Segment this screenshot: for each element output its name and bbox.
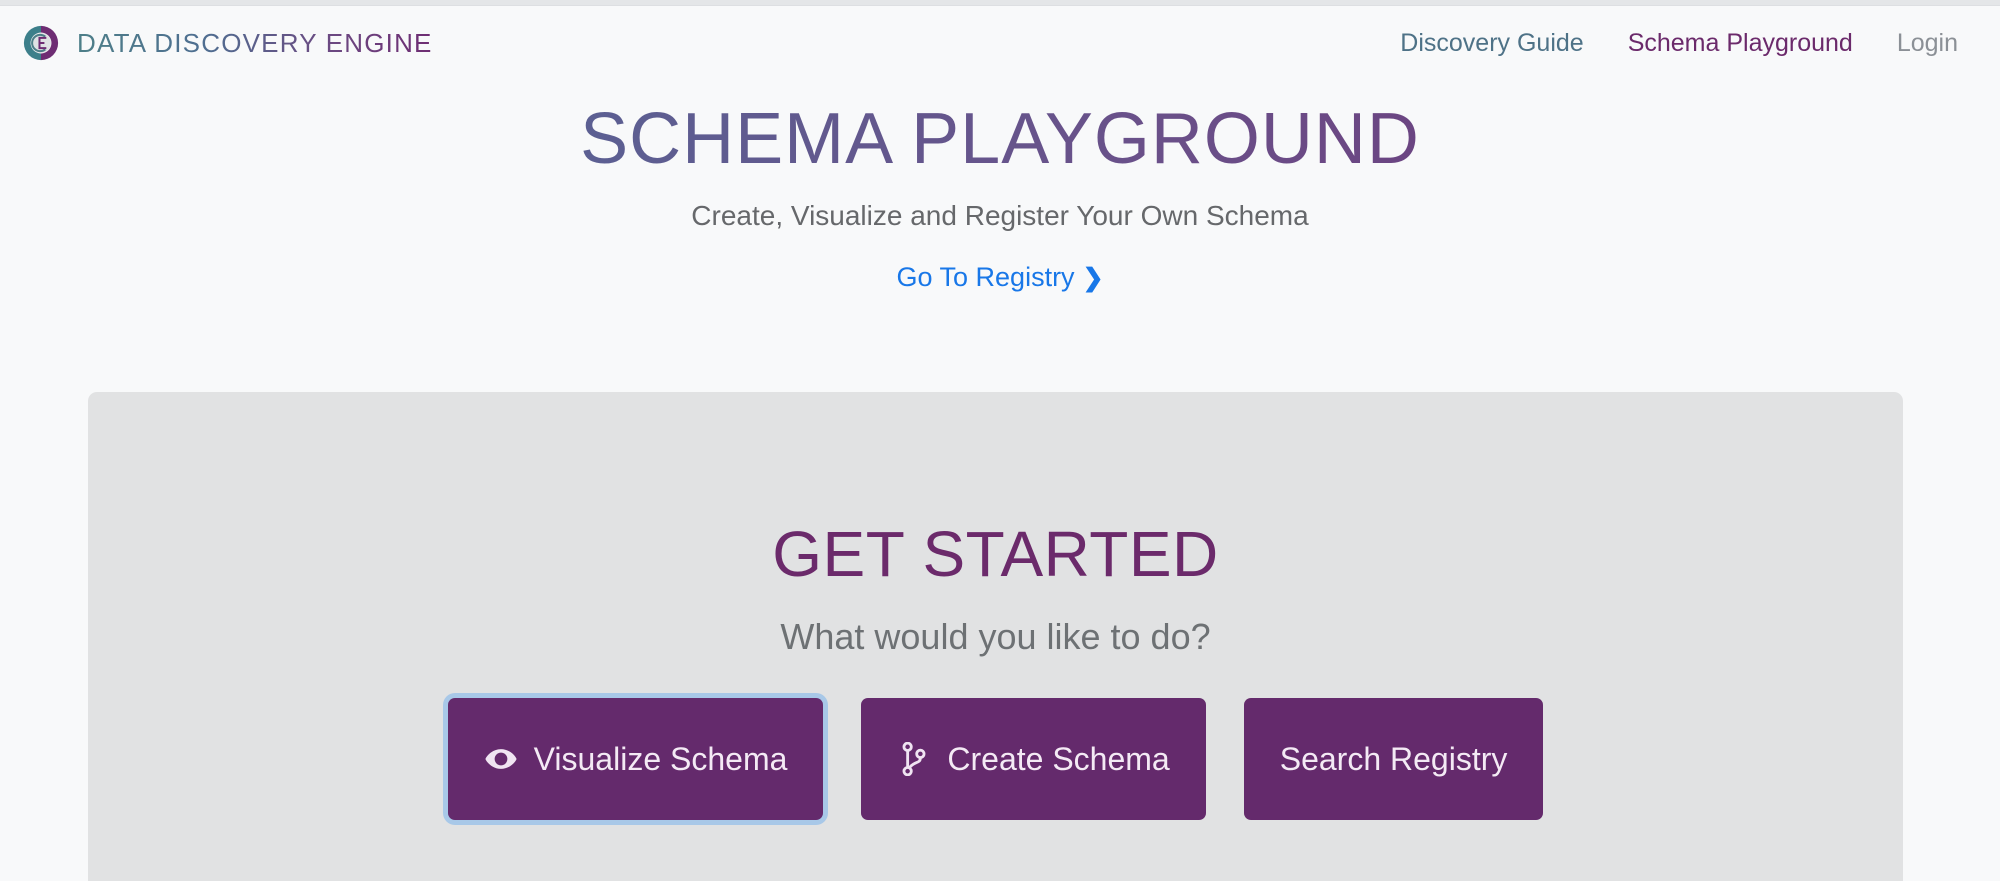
visualize-schema-label: Visualize Schema bbox=[533, 740, 788, 777]
ddE-circle-logo-icon bbox=[22, 24, 60, 62]
go-to-registry-label: Go To Registry bbox=[896, 261, 1075, 292]
chevron-right-icon: ❯ bbox=[1082, 263, 1104, 292]
hero-section: SCHEMA PLAYGROUND Create, Visualize and … bbox=[0, 80, 2000, 293]
get-started-question: What would you like to do? bbox=[780, 616, 1211, 657]
eye-icon bbox=[484, 742, 518, 776]
top-navbar: DATA DISCOVERY ENGINE Discovery Guide Sc… bbox=[0, 6, 2000, 80]
brand-name: DATA DISCOVERY ENGINE bbox=[77, 27, 433, 58]
page-subtitle: Create, Visualize and Register Your Own … bbox=[691, 199, 1309, 231]
create-schema-button[interactable]: Create Schema bbox=[861, 698, 1206, 820]
nav-item-login[interactable]: Login bbox=[1897, 29, 1958, 58]
get-started-title: GET STARTED bbox=[772, 518, 1219, 590]
search-registry-label: Search Registry bbox=[1279, 740, 1508, 777]
action-button-row: Visualize Schema Create Schema Search Re… bbox=[88, 655, 1903, 820]
nav-item-schema-playground[interactable]: Schema Playground bbox=[1628, 29, 1853, 58]
visualize-schema-button[interactable]: Visualize Schema bbox=[447, 698, 824, 820]
create-schema-label: Create Schema bbox=[947, 740, 1170, 777]
search-registry-button[interactable]: Search Registry bbox=[1243, 698, 1544, 820]
go-to-registry-wrap: Go To Registry ❯ bbox=[0, 232, 2000, 293]
page-root: DATA DISCOVERY ENGINE Discovery Guide Sc… bbox=[0, 0, 2000, 881]
page-title: SCHEMA PLAYGROUND bbox=[0, 80, 2000, 178]
nav-item-discovery-guide[interactable]: Discovery Guide bbox=[1400, 29, 1583, 58]
brand-home-link[interactable]: DATA DISCOVERY ENGINE bbox=[22, 24, 433, 62]
nav-links: Discovery Guide Schema Playground Login bbox=[1400, 29, 1970, 58]
get-started-panel: GET STARTED What would you like to do? V… bbox=[88, 392, 1903, 881]
go-to-registry-link[interactable]: Go To Registry ❯ bbox=[896, 262, 1103, 293]
code-branch-icon bbox=[897, 742, 931, 776]
